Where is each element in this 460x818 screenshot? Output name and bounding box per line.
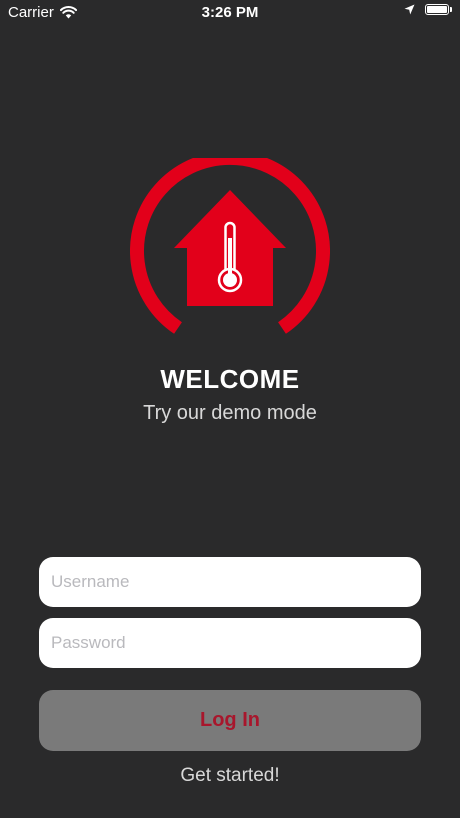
status-right <box>404 4 452 15</box>
username-input[interactable] <box>39 557 421 607</box>
house-thermometer-logo <box>130 158 330 334</box>
password-input[interactable] <box>39 618 421 668</box>
login-button[interactable]: Log In <box>39 690 421 751</box>
battery-icon <box>425 4 452 15</box>
get-started-link[interactable]: Get started! <box>0 765 460 787</box>
status-bar: Carrier 3:26 PM <box>0 0 460 26</box>
demo-mode-subtitle: Try our demo mode <box>143 402 317 424</box>
location-arrow-icon <box>404 4 415 15</box>
status-time: 3:26 PM <box>201 4 259 21</box>
welcome-title: WELCOME <box>160 364 300 394</box>
